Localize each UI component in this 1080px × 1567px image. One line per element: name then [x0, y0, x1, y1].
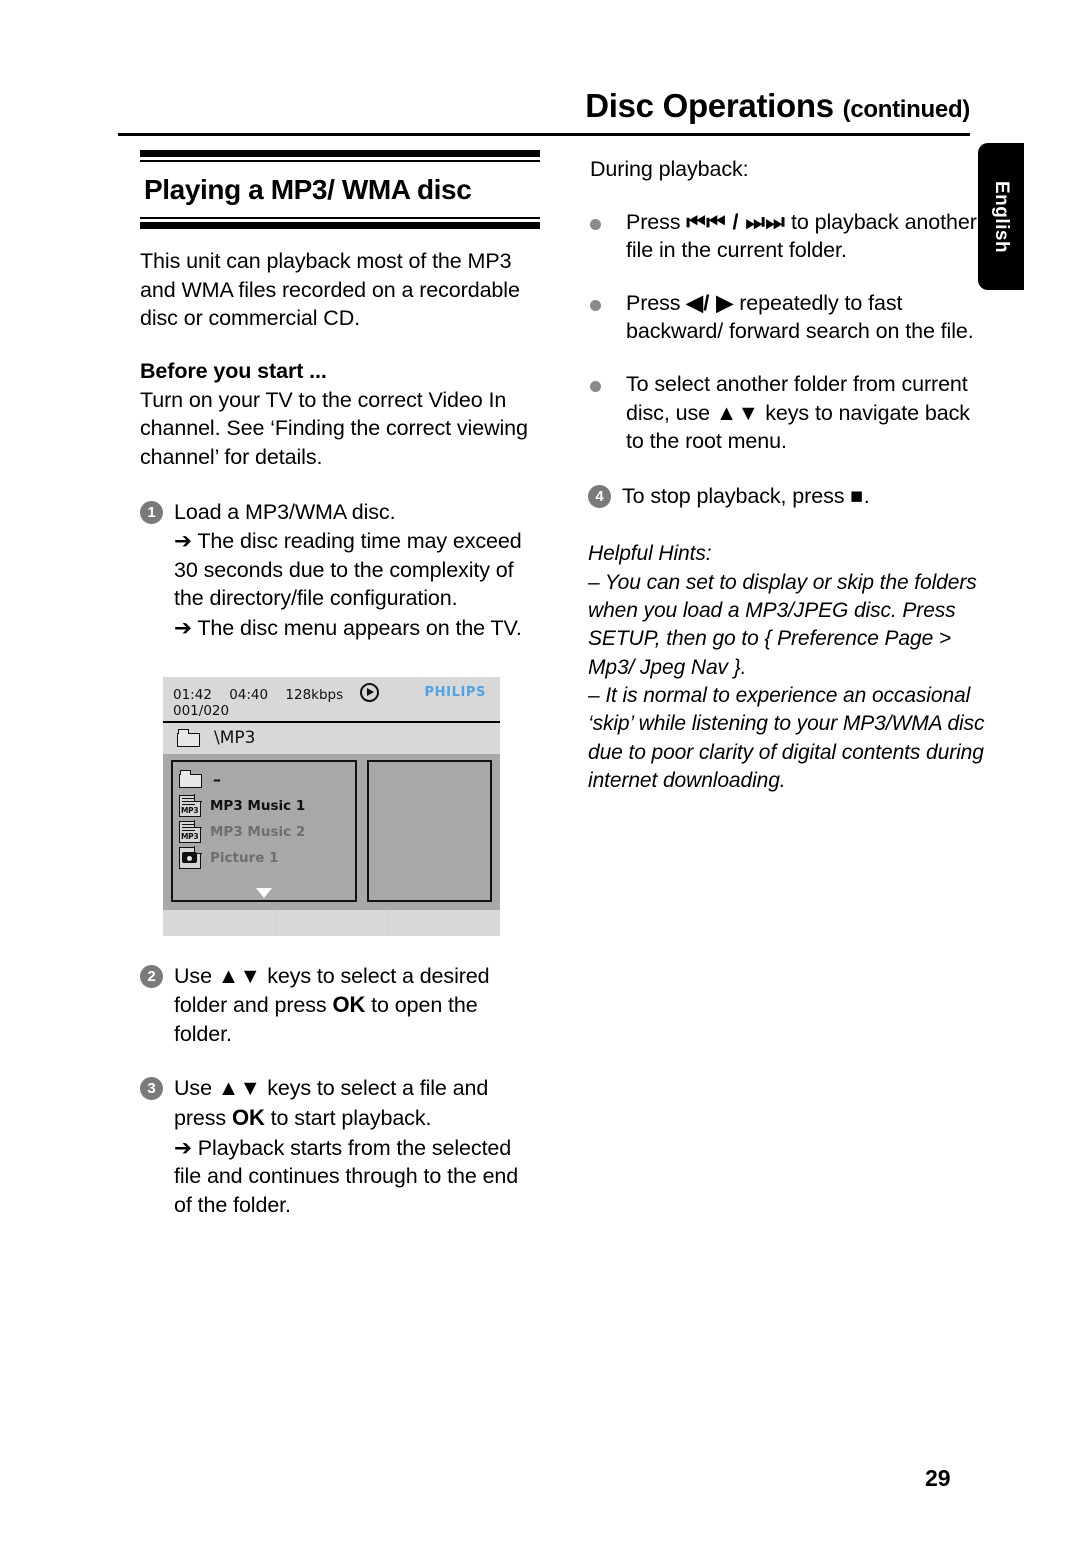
step-3-text-before: Use: [174, 1076, 218, 1101]
stop-key-icon: ■: [850, 483, 864, 508]
list-item-label: Picture 1: [210, 849, 279, 866]
section-title-rule-bottom: [140, 217, 540, 229]
list-item[interactable]: –: [179, 767, 355, 793]
step-3-number: 3: [140, 1077, 163, 1101]
tv-path-label: \MP3: [214, 728, 256, 749]
tv-content-area: – MP3 MP3 Music 1 MP3 MP3 Music 2 Pictur…: [163, 753, 500, 910]
left-column: Playing a MP3/ WMA disc This unit can pl…: [140, 150, 540, 1219]
header-divider: [118, 133, 970, 137]
during-playback-lead: During playback:: [590, 157, 749, 181]
updown-keys-icon: ▲▼: [715, 400, 760, 425]
folder-icon: [177, 728, 202, 748]
right-column: During playback: Press ⏮⏮ / ⏭⏭ to playba…: [588, 155, 988, 795]
helpful-hint-2: – It is normal to experience an occasion…: [588, 684, 985, 793]
before-you-start-body: Turn on your TV to the correct Video In …: [140, 387, 528, 469]
step-2-number: 2: [140, 964, 163, 988]
tv-elapsed-time: 01:42: [173, 686, 212, 703]
tv-file-list[interactable]: – MP3 MP3 Music 1 MP3 MP3 Music 2 Pictur…: [171, 759, 357, 902]
section-title: Playing a MP3/ WMA disc: [144, 174, 472, 205]
bullet-1-text-before: Press: [626, 209, 687, 234]
helpful-hint-1: – You can set to display or skip the fol…: [588, 570, 977, 679]
skip-keys-icon: ⏮⏮ / ⏭⏭: [686, 209, 786, 234]
bullet-item: Press ◀/ ▶ repeatedly to fast backward/ …: [588, 289, 988, 346]
updown-keys-icon: ▲▼: [217, 963, 262, 988]
page-title: Disc Operations (continued): [118, 87, 971, 124]
step-1-text: Load a MP3/WMA disc.: [174, 499, 396, 524]
list-item-label: MP3 Music 1: [210, 797, 306, 814]
page-title-continued: (continued): [842, 96, 971, 123]
tv-screen-mockup: 01:42 04:40 128kbps 001/020 PHILIPS \MP3…: [163, 676, 500, 936]
list-item-label: –: [213, 770, 221, 790]
folder-icon: [179, 770, 204, 789]
mp3-file-icon: MP3: [179, 793, 202, 817]
bullet-2-text-before: Press: [626, 290, 687, 315]
mp3-file-icon: MP3: [179, 819, 202, 843]
step-1: 1 Load a MP3/WMA disc. ➔ The disc readin…: [140, 498, 540, 643]
bullet-item: Press ⏮⏮ / ⏭⏭ to playback another file i…: [588, 208, 988, 265]
leftright-keys-icon: ◀/ ▶: [686, 290, 734, 315]
step-3: 3 Use ▲▼ keys to select a file and press…: [140, 1074, 540, 1219]
bullet-dot-icon: [590, 380, 601, 392]
bullet-item: To select another folder from current di…: [588, 370, 988, 456]
tv-path-bar: \MP3: [163, 722, 500, 754]
ok-key-label: OK: [231, 1104, 265, 1130]
step-2-text-before: Use: [174, 963, 218, 988]
tv-preview-pane: [367, 759, 492, 902]
step-3-text-after: to start playback.: [264, 1105, 432, 1130]
section-intro: This unit can playback most of the MP3 a…: [140, 249, 520, 331]
tv-total-time: 04:40: [229, 686, 269, 703]
page-title-text: Disc Operations: [585, 87, 834, 124]
page-header: Disc Operations (continued): [118, 87, 971, 137]
tv-status-bar: 01:42 04:40 128kbps 001/020 PHILIPS: [163, 677, 500, 721]
tv-track-counter: 001/020: [173, 703, 230, 720]
step-3-result-1: ➔ Playback starts from the selected file…: [174, 1135, 519, 1217]
helpful-hints: Helpful Hints: – You can set to display …: [588, 540, 988, 795]
picture-file-icon: [179, 845, 202, 869]
step-1-result-2: ➔ The disc menu appears on the TV.: [174, 615, 522, 640]
philips-logo: PHILIPS: [424, 684, 486, 700]
scroll-down-icon[interactable]: [256, 887, 272, 898]
list-item-label: MP3 Music 2: [210, 823, 306, 840]
step-2: 2 Use ▲▼ keys to select a desired folder…: [140, 962, 540, 1049]
helpful-hints-title: Helpful Hints:: [588, 542, 712, 566]
step-4-text-before: To stop playback, press: [622, 483, 851, 508]
step-1-number: 1: [140, 500, 163, 524]
tv-bottom-bar: [163, 909, 500, 936]
play-icon: [360, 682, 380, 702]
list-item[interactable]: MP3 MP3 Music 2: [179, 819, 355, 845]
updown-keys-icon: ▲▼: [217, 1076, 262, 1101]
before-you-start-heading: Before you start ...: [140, 358, 327, 383]
bullet-dot-icon: [590, 218, 601, 230]
tv-bitrate: 128kbps: [285, 686, 344, 703]
section-title-rule-top: [140, 150, 540, 162]
list-item[interactable]: MP3 MP3 Music 1: [179, 793, 355, 819]
ok-key-label: OK: [332, 992, 366, 1018]
page-number: 29: [925, 1465, 951, 1491]
step-4-text-after: .: [863, 483, 870, 508]
list-item[interactable]: Picture 1: [179, 845, 355, 871]
step-4: 4 To stop playback, press ■.: [588, 482, 988, 511]
step-4-number: 4: [588, 484, 611, 508]
language-tab-label: English: [991, 180, 1012, 253]
bullet-dot-icon: [590, 299, 601, 311]
step-1-result-1: ➔ The disc reading time may exceed 30 se…: [174, 529, 522, 611]
